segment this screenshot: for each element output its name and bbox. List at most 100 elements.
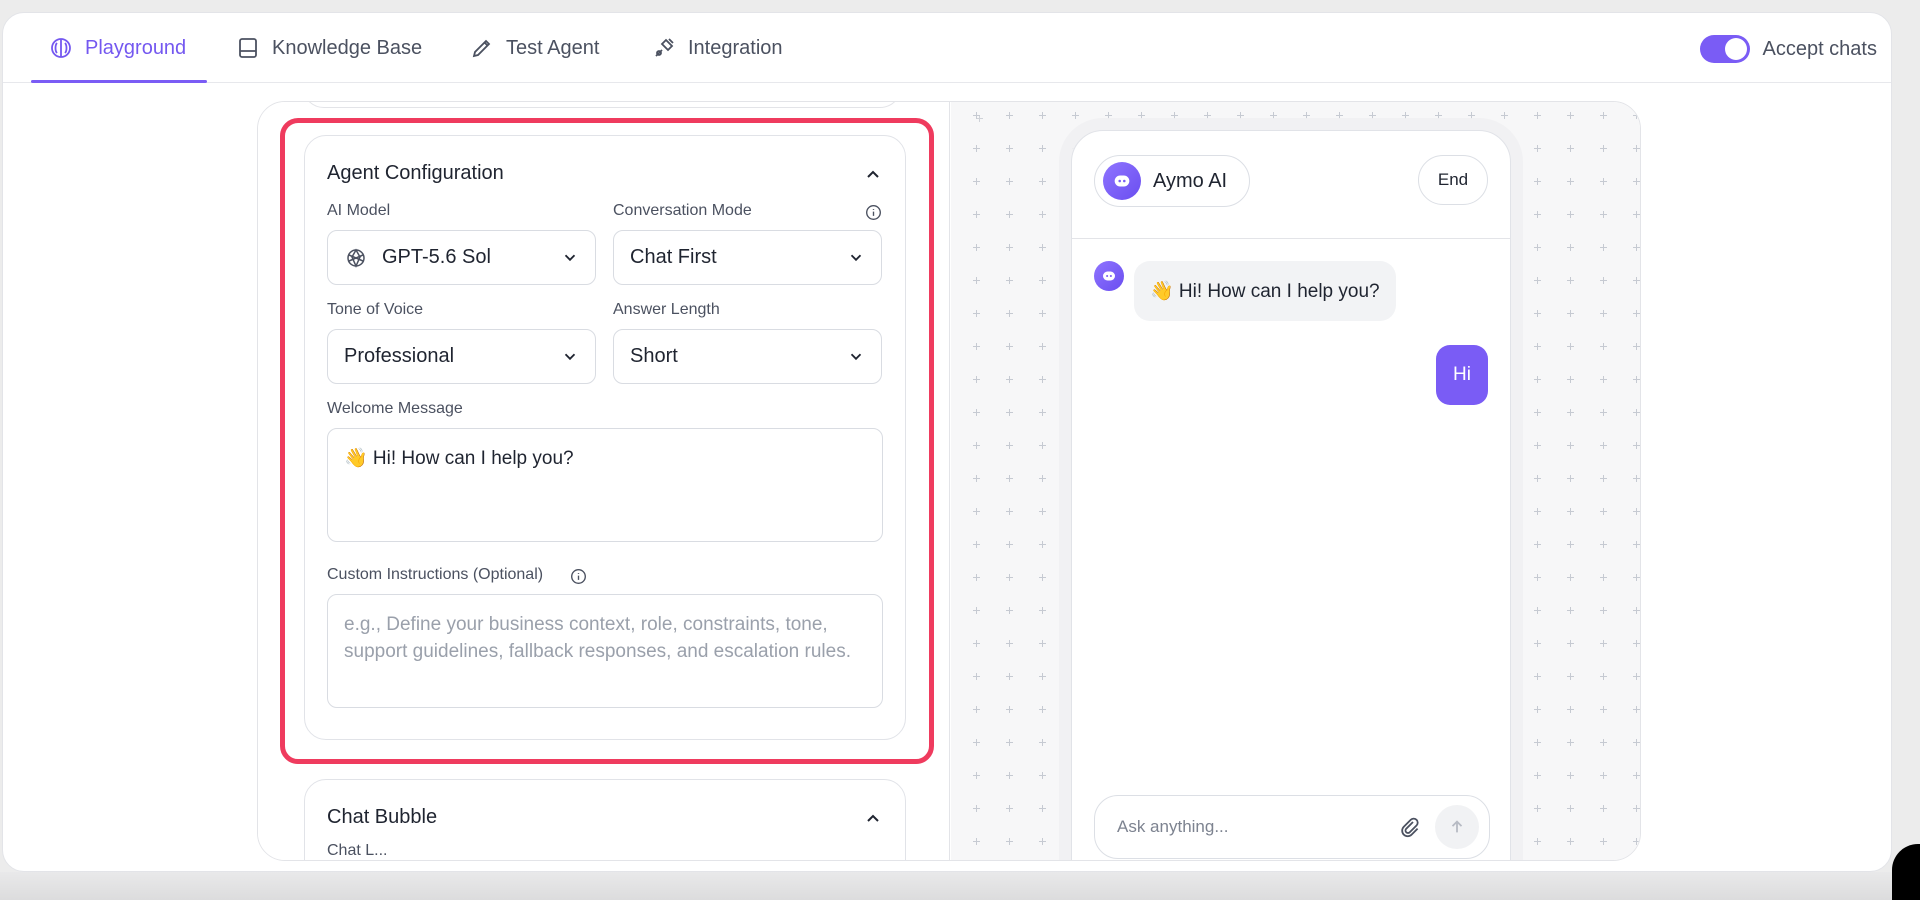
welcome-message-input[interactable]: 👋 Hi! How can I help you? (327, 428, 883, 542)
info-icon[interactable] (570, 568, 587, 585)
grid-plus (1039, 343, 1046, 350)
agent-chip: Aymo AI (1094, 155, 1251, 207)
grid-plus (1567, 607, 1574, 614)
grid-plus (1006, 508, 1013, 515)
grid-plus (1039, 772, 1046, 779)
grid-plus (1006, 277, 1013, 284)
grid-plus (973, 805, 980, 812)
bot-avatar (1103, 162, 1141, 200)
grid-plus (1006, 706, 1013, 713)
grid-plus (1600, 475, 1607, 482)
grid-plus (1534, 607, 1541, 614)
tab-integration[interactable]: Integration (652, 13, 783, 83)
grid-plus (1567, 673, 1574, 680)
answer-length-select[interactable]: Short (613, 329, 882, 384)
grid-plus (1534, 343, 1541, 350)
pencil-icon (472, 39, 491, 58)
grid-plus (1006, 640, 1013, 647)
grid-plus (1567, 145, 1574, 152)
tab-knowledge-base[interactable]: Knowledge Base (236, 13, 422, 83)
grid-plus (973, 475, 980, 482)
arrow-up-icon (1451, 820, 1463, 833)
grid-plus (1534, 640, 1541, 647)
grid-plus (1006, 541, 1013, 548)
chevron-up-icon[interactable] (863, 164, 883, 184)
grid-plus (1039, 244, 1046, 251)
grid-plus (1534, 772, 1541, 779)
end-chat-button[interactable]: End (1418, 155, 1488, 205)
ai-model-label: AI Model (327, 202, 391, 219)
grid-plus (1633, 838, 1640, 845)
tab-playground[interactable]: Playground (49, 13, 186, 83)
grid-plus (1600, 442, 1607, 449)
grid-plus (973, 310, 980, 317)
grid-plus (1006, 475, 1013, 482)
grid-plus (1039, 475, 1046, 482)
active-tab-indicator (31, 80, 207, 83)
grid-plus (1633, 409, 1640, 416)
grid-plus (1633, 805, 1640, 812)
grid-plus (1072, 112, 1079, 119)
welcome-label: Welcome Message (327, 400, 463, 417)
grid-plus (1633, 475, 1640, 482)
grid-plus (1039, 442, 1046, 449)
custom-instructions-input[interactable]: e.g., Define your business context, role… (327, 594, 883, 708)
grid-plus (1006, 739, 1013, 746)
accept-chats-toggle[interactable] (1700, 35, 1751, 63)
info-icon[interactable] (865, 204, 882, 221)
grid-plus (973, 442, 980, 449)
tone-label: Tone of Voice (327, 301, 424, 318)
grid-plus (1039, 706, 1046, 713)
grid-plus (1006, 310, 1013, 317)
grid-plus (1600, 310, 1607, 317)
message-input[interactable]: Ask anything... (1117, 817, 1397, 837)
grid-plus (1039, 673, 1046, 680)
card-title: Agent Configuration (327, 162, 504, 184)
grid-plus (973, 508, 980, 515)
bot-face-icon (1114, 175, 1130, 187)
chevron-up-icon[interactable] (863, 808, 883, 828)
chevron-down-icon (564, 254, 576, 261)
ai-model-select[interactable]: GPT-5.6 Sol (327, 230, 596, 285)
grid-plus (1633, 640, 1640, 647)
settings-pane[interactable]: Agent Configuration AI Model Conversatio… (258, 102, 950, 860)
tab-test-agent[interactable]: Test Agent (470, 13, 599, 83)
bot-message: 👋 Hi! How can I help you? (1134, 261, 1396, 321)
grid-plus (1633, 706, 1640, 713)
paperclip-icon[interactable] (1397, 815, 1421, 839)
grid-plus (1039, 640, 1046, 647)
grid-plus (1600, 673, 1607, 680)
send-button[interactable] (1435, 805, 1479, 849)
grid-plus (973, 244, 980, 251)
grid-plus (1567, 409, 1574, 416)
conversation-mode-select[interactable]: Chat First (613, 230, 882, 285)
grid-plus (1633, 112, 1640, 119)
grid-plus (1600, 640, 1607, 647)
tone-select[interactable]: Professional (327, 329, 596, 384)
grid-plus (1633, 376, 1640, 383)
grid-plus (1006, 805, 1013, 812)
grid-plus (1039, 112, 1046, 119)
user-message: Hi (1436, 345, 1488, 405)
grid-plus (1039, 145, 1046, 152)
grid-plus (973, 376, 980, 383)
grid-plus (1039, 376, 1046, 383)
grid-plus (1600, 706, 1607, 713)
tab-label: Knowledge Base (272, 36, 423, 59)
grid-plus (1600, 541, 1607, 548)
grid-plus (1039, 607, 1046, 614)
grid-plus (973, 673, 980, 680)
grid-plus (1303, 112, 1310, 119)
grid-plus (1006, 838, 1013, 845)
grid-plus (1006, 244, 1013, 251)
grid-plus (1534, 145, 1541, 152)
grid-plus (1633, 244, 1640, 251)
grid-plus (1369, 112, 1376, 119)
grid-plus (1534, 706, 1541, 713)
grid-plus (1633, 145, 1640, 152)
grid-plus (1039, 310, 1046, 317)
grid-plus (1600, 508, 1607, 515)
grid-plus (1534, 574, 1541, 581)
grid-plus (1105, 112, 1112, 119)
grid-plus (1567, 244, 1574, 251)
